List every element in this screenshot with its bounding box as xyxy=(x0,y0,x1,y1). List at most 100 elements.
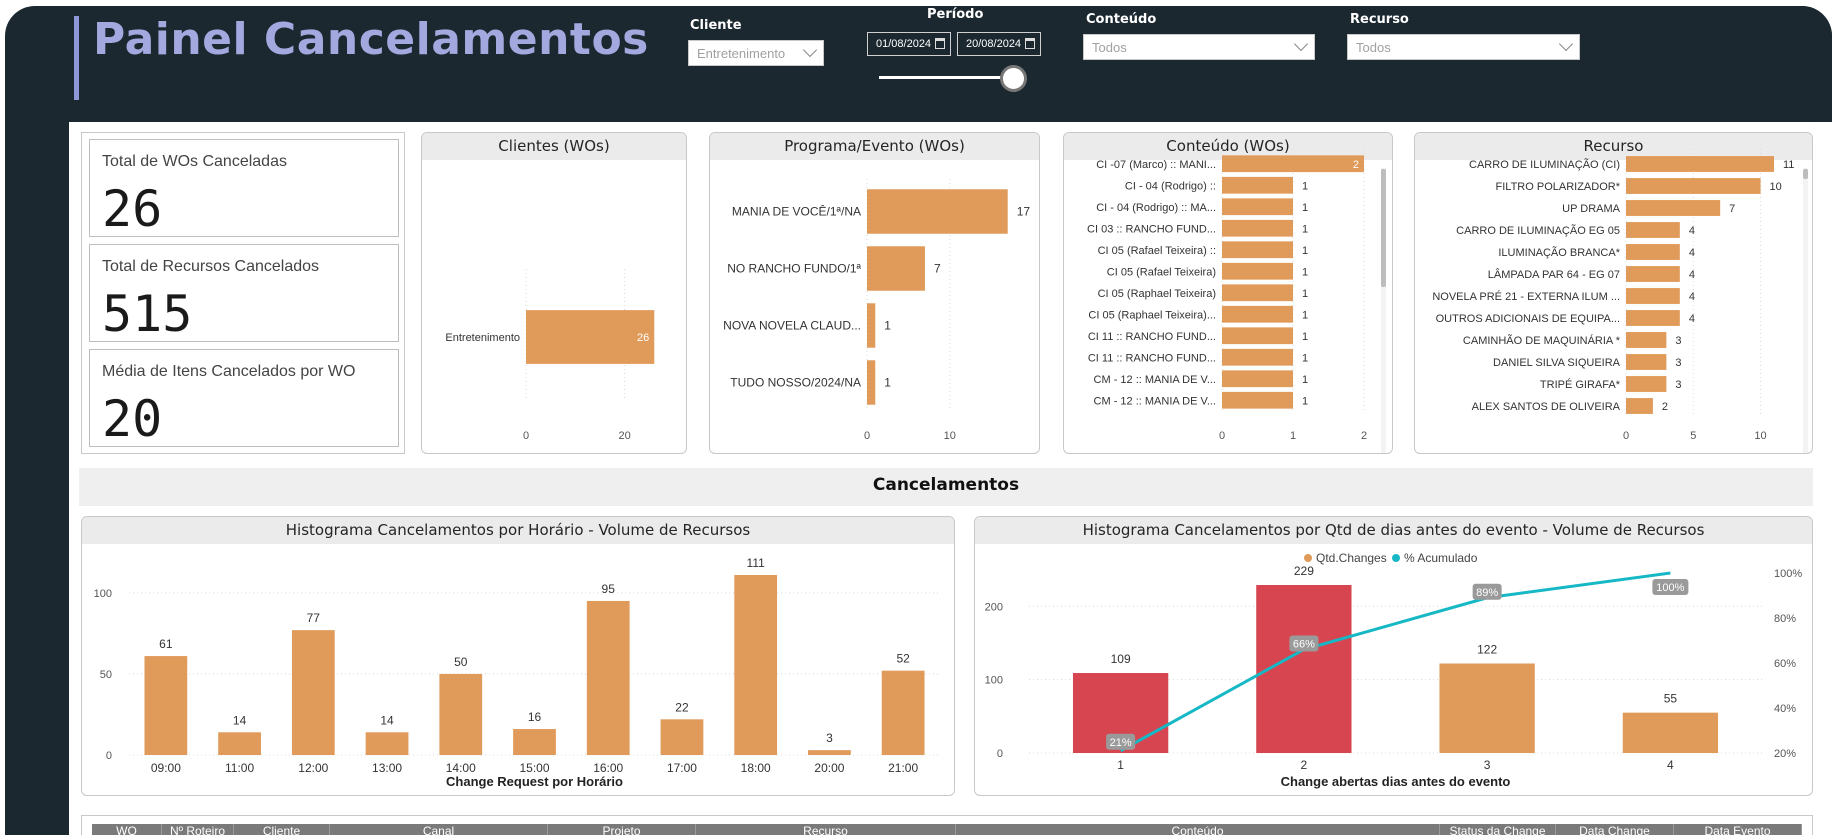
data-label: 1 xyxy=(1302,331,1308,343)
data-label: 4 xyxy=(1689,269,1695,281)
category-label: CI 05 (Rafael Teixeira) xyxy=(1107,266,1216,278)
x-axis-title: Change abertas dias antes do evento xyxy=(1281,774,1511,789)
data-label: 4 xyxy=(1689,291,1695,303)
kpi-card-total-wos: Total de WOs Canceladas 26 xyxy=(89,139,399,238)
recurso-dropdown[interactable]: Todos xyxy=(1347,34,1580,60)
recurso-dropdown-value: Todos xyxy=(1356,40,1391,55)
recurso-filter-label: Recurso xyxy=(1350,12,1409,27)
bar xyxy=(1222,198,1293,216)
x-tick-label: 20:00 xyxy=(814,761,844,775)
x-tick-label: 1 xyxy=(1290,430,1296,442)
line-label: 89% xyxy=(1476,587,1498,599)
x-tick-label: 0 xyxy=(864,430,870,442)
kpi-card-total-recursos: Total de Recursos Cancelados 515 xyxy=(89,244,399,343)
y2-tick-label: 60% xyxy=(1774,658,1796,670)
table-column-header[interactable]: Status da Change xyxy=(1440,824,1556,835)
category-label: ILUMINAÇÃO BRANCA* xyxy=(1498,246,1620,259)
category-label: DANIEL SILVA SIQUEIRA xyxy=(1493,357,1621,369)
table-column-header[interactable]: Projeto xyxy=(548,824,696,835)
kpi-group: Total de WOs Canceladas 26 Total de Recu… xyxy=(81,132,405,454)
frame-left-strip xyxy=(5,100,69,835)
calendar-icon[interactable] xyxy=(935,38,945,49)
bar xyxy=(586,600,630,755)
data-label: 7 xyxy=(934,262,941,276)
bar xyxy=(144,656,188,755)
line-label: 21% xyxy=(1110,737,1132,749)
data-label: 55 xyxy=(1664,692,1678,706)
table-column-header[interactable]: Recurso xyxy=(696,824,956,835)
x-tick-label: 0 xyxy=(1219,430,1225,442)
table-column-header[interactable]: Canal xyxy=(330,824,548,835)
bar xyxy=(1626,156,1774,172)
cliente-filter-label: Cliente xyxy=(690,18,742,33)
table-column-header[interactable]: WO xyxy=(92,824,162,835)
bar xyxy=(1439,663,1535,753)
x-tick-label: 14:00 xyxy=(446,761,476,775)
category-label: CAMINHÃO DE MAQUINÁRIA * xyxy=(1463,334,1621,347)
data-label: 3 xyxy=(1675,335,1681,347)
calendar-icon[interactable] xyxy=(1025,38,1035,49)
legend-label: Qtd.Changes xyxy=(1316,551,1387,565)
bar xyxy=(1626,376,1667,392)
date-slider-track[interactable] xyxy=(879,76,1013,79)
category-label: CI 05 (Raphael Teixeira) xyxy=(1098,288,1216,300)
category-label: MANIA DE VOCÊ/1ª/NA xyxy=(732,204,861,219)
data-label: 17 xyxy=(1017,205,1031,219)
data-label: 95 xyxy=(602,582,616,596)
bar xyxy=(808,750,851,755)
table-column-header[interactable]: Data Evento xyxy=(1674,824,1802,835)
recurso-panel: Recurso 0 5 10 CARRO DE ILUMINAÇÃO (CI) 11 FI… xyxy=(1414,132,1813,454)
date-slider-handle[interactable] xyxy=(1000,65,1027,92)
category-label: UP DRAMA xyxy=(1562,203,1621,215)
bar xyxy=(1622,712,1719,753)
table-column-header[interactable]: Cliente xyxy=(234,824,330,835)
bar xyxy=(1626,222,1680,238)
data-label: 10 xyxy=(1770,181,1782,193)
x-tick-label: 11:00 xyxy=(225,761,254,775)
data-label: 109 xyxy=(1111,652,1131,666)
table-column-header[interactable]: Data Change xyxy=(1556,824,1674,835)
y2-tick-label: 100% xyxy=(1774,568,1802,580)
category-label: TRIPÉ GIRAFA* xyxy=(1540,378,1621,391)
y2-tick-label: 40% xyxy=(1774,703,1796,715)
date-end-input[interactable]: 20/08/2024 xyxy=(957,32,1041,56)
data-label: 1 xyxy=(1302,223,1308,235)
bar xyxy=(660,719,704,755)
date-start-input[interactable]: 01/08/2024 xyxy=(867,32,951,56)
bar xyxy=(1626,310,1680,326)
bar xyxy=(1626,398,1653,414)
x-tick-label: 2 xyxy=(1361,430,1367,442)
scrollbar-track xyxy=(1803,168,1808,453)
category-label: CI 03 :: RANCHO FUND... xyxy=(1087,223,1216,235)
data-label: 22 xyxy=(675,700,689,714)
table-column-header[interactable]: Nº Roteiro xyxy=(162,824,234,835)
cliente-dropdown[interactable]: Entretenimento xyxy=(688,40,824,66)
data-label: 16 xyxy=(528,710,542,724)
data-label: 1 xyxy=(1302,395,1308,407)
data-label: 4 xyxy=(1689,247,1695,259)
data-label: 26 xyxy=(637,332,649,344)
category-label: TUDO NOSSO/2024/NA xyxy=(730,376,861,390)
category-label: CI 05 (Raphael Teixeira)... xyxy=(1088,309,1216,321)
cumulative-line xyxy=(1119,571,1671,753)
table-column-header[interactable]: Conteúdo xyxy=(956,824,1440,835)
bar xyxy=(218,732,261,755)
data-label: 11 xyxy=(1783,159,1794,171)
cliente-dropdown-value: Entretenimento xyxy=(697,46,786,61)
category-label: Entretenimento xyxy=(445,332,520,344)
category-label: CI 11 :: RANCHO FUND... xyxy=(1088,331,1216,343)
bar xyxy=(734,575,778,755)
changes-table: WO Nº Roteiro Cliente Canal Projeto Recurso Co… xyxy=(81,815,1813,835)
x-tick-label: 5 xyxy=(1690,430,1696,442)
category-label: NO RANCHO FUNDO/1ª xyxy=(727,262,861,276)
data-label: 1 xyxy=(1302,245,1308,257)
y-tick-label: 0 xyxy=(997,748,1003,760)
x-tick-label: 09:00 xyxy=(151,761,181,775)
category-label: LÂMPADA PAR 64 - EG 07 xyxy=(1488,268,1620,281)
conteudo-dropdown[interactable]: Todos xyxy=(1083,34,1315,60)
date-end-value: 20/08/2024 xyxy=(966,38,1022,50)
data-label: 1 xyxy=(1302,180,1308,192)
date-start-value: 01/08/2024 xyxy=(876,38,932,50)
kpi-card-media-itens: Média de Itens Cancelados por WO 20 xyxy=(89,349,399,448)
y2-tick-label: 20% xyxy=(1774,748,1796,760)
